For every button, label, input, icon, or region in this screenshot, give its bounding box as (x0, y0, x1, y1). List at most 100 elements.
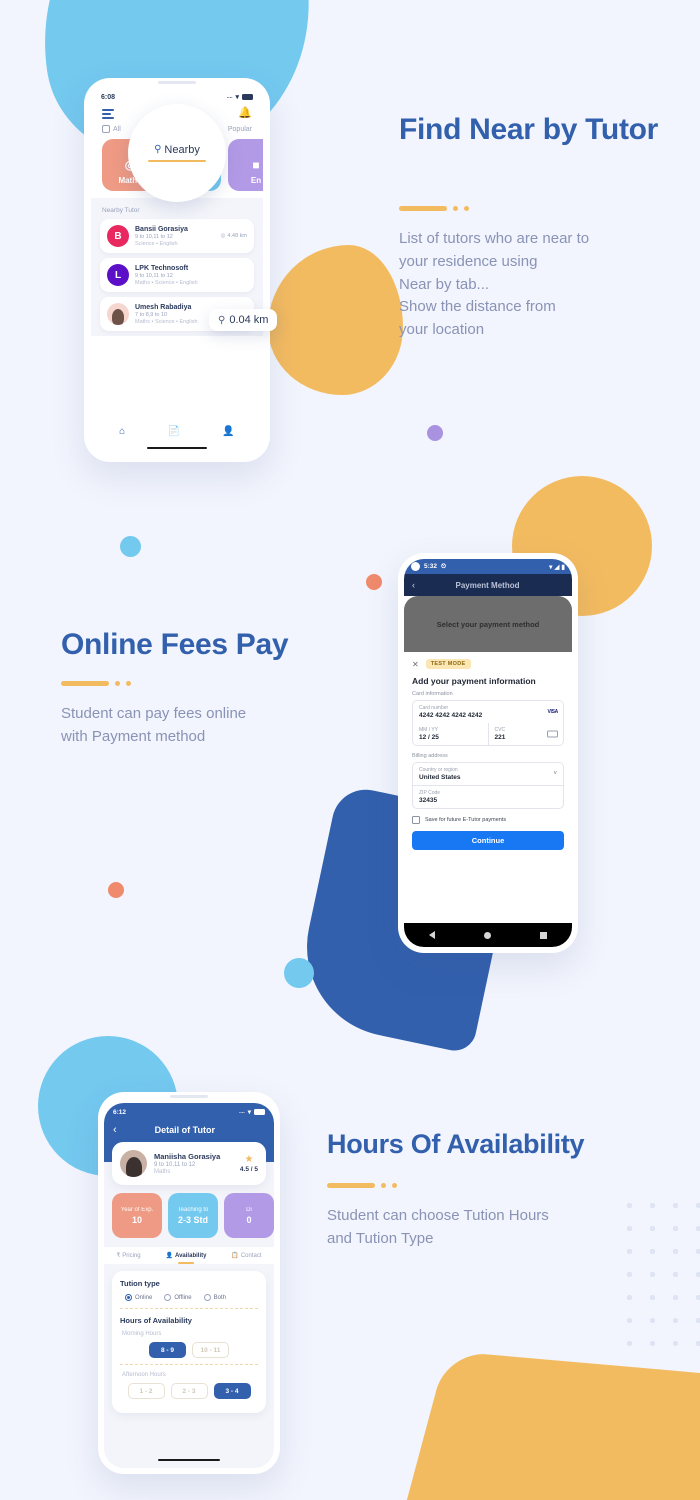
tab-pricing[interactable]: ₹ Pricing (116, 1252, 140, 1264)
home-indicator (158, 1458, 220, 1461)
distance-tooltip: ⚲ 0.04 km (209, 309, 278, 331)
android-nav-bar (404, 923, 572, 947)
card-number-label: Card number (419, 705, 449, 711)
tutor-subjects: Science • English (135, 240, 178, 247)
cvc-field[interactable]: CVC 221 (487, 723, 564, 745)
feature-2-underline (61, 681, 131, 686)
tutor-list-item[interactable]: L LPK Technosoft 9 to 10,11 to 12 Maths … (100, 258, 254, 292)
card-number-field[interactable]: Card number 4242 4242 4242 4242 VISA (413, 701, 563, 723)
avatar: B (107, 225, 129, 247)
home-icon[interactable]: ⌂ (119, 426, 125, 437)
country-field[interactable]: Country or region United States ˅ (413, 763, 563, 785)
decor-dot-blue-small (120, 536, 141, 557)
tutor-distance: ◎ 4.48 km (221, 233, 247, 239)
slot-8-9[interactable]: 8 - 9 (149, 1342, 186, 1358)
phone2-title: Payment Method (455, 580, 520, 590)
save-payment-checkbox[interactable]: Save for future E-Tutor payments (412, 816, 564, 824)
slot-3-4[interactable]: 3 - 4 (213, 1383, 251, 1399)
checkbox-icon (412, 816, 420, 824)
decor-dot-coral-lower (108, 882, 124, 898)
stat-value: 10 (131, 1214, 142, 1225)
tutor-standards: 7 to 8,9 to 10 (135, 311, 168, 318)
radio-online-label: Online (135, 1294, 153, 1301)
recents-nav-icon[interactable] (540, 931, 548, 939)
stat-value: 2-3 Std (177, 1214, 208, 1225)
rupee-icon: ₹ (116, 1253, 121, 1259)
zip-field[interactable]: ZIP Code 32435 (413, 785, 563, 808)
home-nav-icon[interactable] (483, 931, 491, 939)
close-icon[interactable]: ✕ (412, 660, 419, 669)
stat-card-teaching-to[interactable]: Teaching to 2-3 Std (168, 1193, 218, 1238)
zip-value: 32435 (419, 797, 438, 804)
distance-tooltip-value: 0.04 km (229, 314, 269, 326)
nearby-tab-magnifier-callout: ⚲ Nearby (128, 104, 226, 202)
avatar (107, 303, 129, 325)
tutor-standards: 9 to 10,11 to 12 (135, 272, 173, 279)
document-icon[interactable]: 📄 (168, 426, 180, 437)
underline-bar (327, 1183, 375, 1188)
tab-availability[interactable]: 👤 Availability (166, 1252, 206, 1264)
phone3-app-bar: ‹ Detail of Tutor (113, 1124, 265, 1136)
feature-3-description: Student can choose Tution Hours and Tuti… (327, 1207, 549, 1247)
underline-dot (115, 681, 120, 686)
wifi-icon: ▾ (235, 94, 239, 101)
stat-value: 0 (246, 1214, 252, 1225)
tab-indicator (238, 1262, 254, 1264)
tutor-subjects: Maths • Science • English (135, 279, 198, 286)
person-icon[interactable]: 👤 (222, 426, 234, 437)
tab-all[interactable]: All (102, 125, 121, 133)
tutor-list-item[interactable]: B Bansii Gorasiya 9 to 10,11 to 12 Scien… (100, 219, 254, 253)
slot-2-3[interactable]: 2 - 3 (170, 1383, 208, 1399)
status-time: 6:08 (101, 93, 116, 101)
decor-blob-yellow-top (268, 245, 403, 395)
radio-both-label: Both (213, 1294, 226, 1301)
radio-offline[interactable]: Offline (164, 1294, 192, 1301)
slot-1-2[interactable]: 1 - 2 (127, 1383, 165, 1399)
tutor-subjects: Maths • Science • English (135, 318, 198, 325)
stat-card-experience[interactable]: Year of Exp. 10 (112, 1193, 162, 1238)
wifi-icon: ▾ (549, 563, 553, 571)
bell-icon[interactable]: 🔔 (238, 108, 252, 119)
tab-indicator (121, 1262, 137, 1264)
location-pin-icon: ⚲ (154, 144, 162, 156)
radio-online[interactable]: Online (125, 1294, 152, 1301)
chevron-down-icon[interactable]: ˅ (553, 771, 557, 777)
card-information-group: Card number 4242 4242 4242 4242 VISA MM … (412, 700, 564, 746)
continue-button[interactable]: Continue (412, 831, 564, 850)
radio-offline-label: Offline (174, 1294, 192, 1301)
back-nav-icon[interactable] (428, 931, 435, 939)
expiry-field[interactable]: MM / YY 12 / 25 (413, 723, 488, 745)
menu-icon[interactable] (102, 108, 114, 119)
star-icon: ★ (244, 1153, 254, 1165)
location-pin-icon: ◎ (220, 233, 226, 239)
phone-speaker (170, 1095, 208, 1098)
payment-heading: Add your payment information (412, 676, 536, 686)
stat-card-distance[interactable]: Di 0 (224, 1193, 274, 1238)
moon-icon (411, 562, 420, 571)
avatar (120, 1150, 147, 1177)
rating-block: ★ 4.5 / 5 (239, 1153, 258, 1173)
underline-dot (453, 206, 458, 211)
billing-address-label: Billing address (412, 753, 448, 759)
decor-dot-purple (427, 425, 443, 441)
tab-pricing-label: Pricing (122, 1252, 141, 1259)
tab-contact[interactable]: 📋 Contact (231, 1252, 261, 1264)
stripe-payment-sheet: ✕ TEST MODE Add your payment information… (404, 652, 572, 850)
subject-card-english[interactable]: ■ En (228, 139, 263, 191)
tab-popular[interactable]: Popular (228, 126, 252, 133)
underline-dot (381, 1183, 386, 1188)
cvc-card-icon (547, 730, 558, 738)
decor-shape-yellow-bottom (394, 1350, 700, 1500)
radio-both[interactable]: Both (203, 1294, 226, 1301)
tution-type-heading: Tution type (120, 1279, 160, 1288)
grid-icon (102, 125, 110, 133)
rating-value: 4.5 / 5 (239, 1165, 258, 1173)
save-payment-label: Save for future E-Tutor payments (425, 817, 507, 823)
tutor-name: Maniisha Gorasiya (154, 1152, 221, 1161)
slot-10-11[interactable]: 10 - 11 (192, 1342, 229, 1358)
expiry-label: MM / YY (419, 727, 439, 733)
payment-method-prompt: Select your payment method (404, 596, 572, 652)
feature-2-description: Student can pay fees online with Payment… (61, 705, 247, 745)
back-arrow-icon[interactable]: ‹ (412, 580, 415, 590)
feature-1-title: Find Near by Tutor (399, 113, 659, 146)
